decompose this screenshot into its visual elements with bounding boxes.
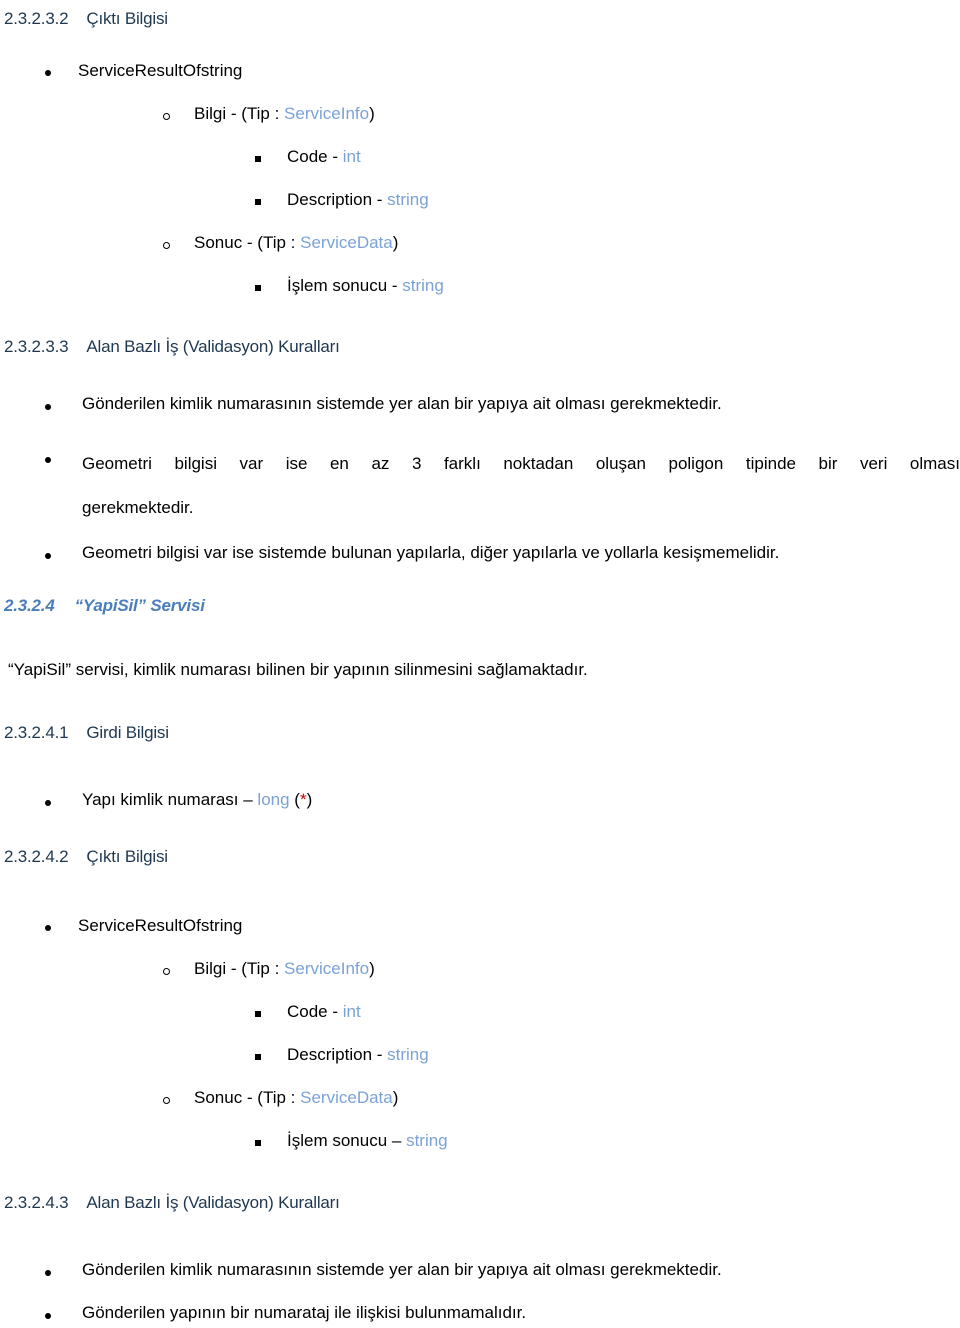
heading-number: 2.3.2.4.2	[4, 847, 69, 866]
input-field-label: Yapı kimlik numarası –	[82, 790, 258, 809]
bullet-square-icon	[255, 1011, 261, 1017]
bullet-circle-icon	[163, 968, 170, 975]
required-asterisk-icon: *	[299, 790, 307, 809]
tree-node-bilgi-close: )	[369, 959, 375, 978]
tree-field-islem-sonucu: İşlem sonucu – string	[287, 1131, 448, 1151]
heading-input-info: 2.3.2.4.1 Girdi Bilgisi	[4, 722, 169, 743]
heading-number: 2.3.2.3.2	[4, 9, 69, 28]
validation-item: Geometri bilgisi var ise sistemde buluna…	[82, 543, 780, 562]
tree-field-description-type: string	[387, 190, 429, 209]
tree-field-description: Description - string	[287, 1045, 429, 1065]
bullet-square-icon	[255, 1054, 261, 1060]
tree-node-sonuc-label: Sonuc - (Tip :	[194, 1088, 301, 1107]
tree-field-description-label: Description -	[287, 190, 388, 209]
input-field-type: long	[257, 790, 290, 809]
input-field-paren-close: )	[306, 790, 313, 809]
heading-title: Çıktı Bilgisi	[86, 847, 168, 866]
bullet-disc-icon	[45, 925, 51, 931]
bullet-disc-icon	[45, 457, 51, 463]
bullet-disc-icon	[45, 70, 51, 76]
tree-node-sonuc-label: Sonuc - (Tip :	[194, 233, 301, 252]
validation-item-continuation: gerekmektedir.	[82, 498, 194, 517]
tree-field-code-label: Code -	[287, 1002, 343, 1021]
tree-field-code-type: int	[342, 1002, 361, 1021]
bullet-square-icon	[255, 156, 261, 162]
validation-item: Gönderilen yapının bir numarataj ile ili…	[82, 1303, 527, 1322]
tree-node-bilgi: Bilgi - (Tip : ServiceInfo)	[194, 104, 375, 124]
heading-yapisil-service: 2.3.2.4 “YapiSil” Servisi	[4, 595, 205, 616]
tree-field-description-type: string	[387, 1045, 429, 1064]
heading-title: Alan Bazlı İş (Validasyon) Kuralları	[86, 337, 340, 356]
tree-field-code: Code - int	[287, 1002, 361, 1022]
bullet-circle-icon	[163, 242, 170, 249]
tree-node-bilgi-label: Bilgi - (Tip :	[194, 104, 285, 123]
validation-item: Gönderilen kimlik numarasının sistemde y…	[82, 394, 722, 413]
bullet-square-icon	[255, 285, 261, 291]
heading-number: 2.3.2.4.3	[4, 1193, 69, 1212]
tree-root-label: ServiceResultOfstring	[78, 916, 243, 935]
tree-node-sonuc: Sonuc - (Tip : ServiceData)	[194, 1088, 398, 1108]
tree-field-description-label: Description -	[287, 1045, 388, 1064]
tree-field-description: Description - string	[287, 190, 429, 210]
validation-item: Gönderilen kimlik numarasının sistemde y…	[82, 1260, 722, 1279]
bullet-disc-icon	[45, 1313, 51, 1319]
validation-item: Geometri bilgisi var ise en az 3 farklı …	[82, 454, 960, 473]
tree-node-bilgi: Bilgi - (Tip : ServiceInfo)	[194, 959, 375, 979]
bullet-disc-icon	[45, 553, 51, 559]
bullet-circle-icon	[163, 113, 170, 120]
input-field-row: Yapı kimlik numarası – long (*)	[82, 790, 312, 810]
tree-node-bilgi-close: )	[369, 104, 375, 123]
tree-node-sonuc: Sonuc - (Tip : ServiceData)	[194, 233, 398, 253]
tree-node-sonuc-close: )	[392, 233, 399, 252]
tree-node-bilgi-type: ServiceInfo	[284, 959, 370, 978]
tree-field-islem-sonucu-label: İşlem sonucu –	[287, 1131, 407, 1150]
input-field-paren-open: (	[289, 790, 300, 809]
tree-node-sonuc-type: ServiceData	[300, 1088, 393, 1107]
heading-validation-rules-2: 2.3.2.4.3 Alan Bazlı İş (Validasyon) Kura…	[4, 1192, 340, 1213]
bullet-square-icon	[255, 1140, 261, 1146]
heading-validation-rules-1: 2.3.2.3.3 Alan Bazlı İş (Validasyon) Kura…	[4, 336, 340, 357]
heading-title: Alan Bazlı İş (Validasyon) Kuralları	[86, 1193, 340, 1212]
bullet-disc-icon	[45, 404, 51, 410]
bullet-disc-icon	[45, 1270, 51, 1276]
tree-field-islem-sonucu-type: string	[406, 1131, 448, 1150]
bullet-circle-icon	[163, 1097, 170, 1104]
tree-root-label: ServiceResultOfstring	[78, 61, 243, 80]
heading-title: “YapiSil” Servisi	[74, 596, 205, 615]
tree-field-code-type: int	[342, 147, 361, 166]
document-page: 2.3.2.3.2 Çıktı Bilgisi ServiceResultOfst…	[0, 0, 960, 1328]
heading-output-info-1: 2.3.2.3.2 Çıktı Bilgisi	[4, 8, 168, 29]
tree-field-islem-sonucu-label: İşlem sonucu -	[287, 276, 403, 295]
heading-title: Girdi Bilgisi	[86, 723, 169, 742]
tree-field-islem-sonucu-type: string	[402, 276, 444, 295]
heading-number: 2.3.2.4	[4, 596, 55, 615]
heading-number: 2.3.2.4.1	[4, 723, 69, 742]
yapisil-service-description: “YapiSil” servisi, kimlik numarası bilin…	[8, 660, 588, 679]
tree-field-code-label: Code -	[287, 147, 343, 166]
heading-output-info-2: 2.3.2.4.2 Çıktı Bilgisi	[4, 846, 168, 867]
tree-node-bilgi-type: ServiceInfo	[284, 104, 370, 123]
tree-node-sonuc-close: )	[392, 1088, 399, 1107]
tree-field-code: Code - int	[287, 147, 361, 167]
tree-node-sonuc-type: ServiceData	[300, 233, 393, 252]
tree-node-bilgi-label: Bilgi - (Tip :	[194, 959, 285, 978]
bullet-disc-icon	[45, 800, 51, 806]
heading-number: 2.3.2.3.3	[4, 337, 69, 356]
bullet-square-icon	[255, 199, 261, 205]
heading-title: Çıktı Bilgisi	[86, 9, 168, 28]
tree-field-islem-sonucu: İşlem sonucu - string	[287, 276, 444, 296]
